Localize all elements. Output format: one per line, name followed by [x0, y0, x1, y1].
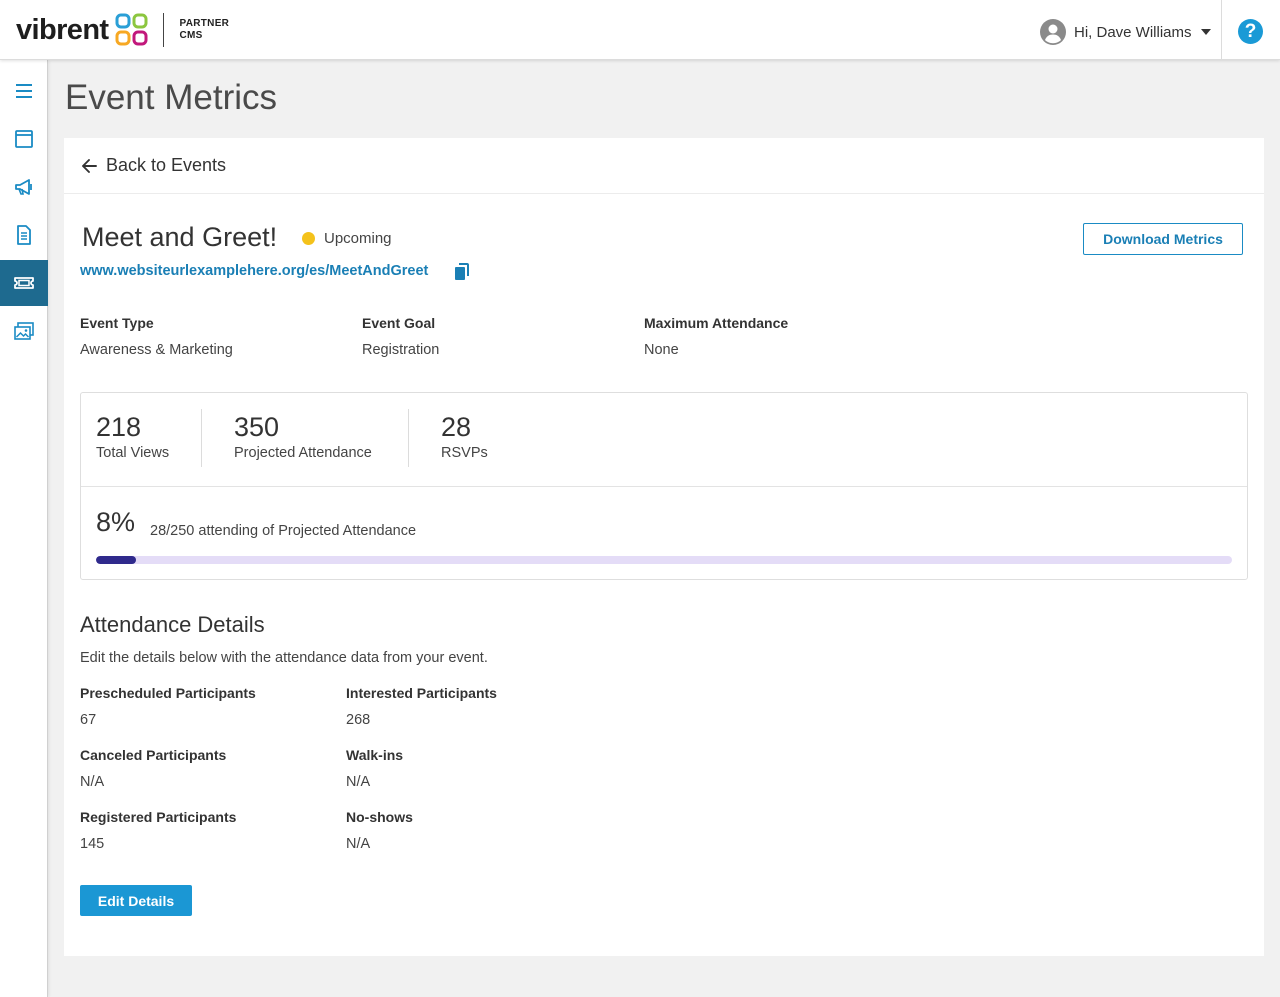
browser-window-icon	[15, 130, 33, 148]
field-prescheduled-participants: Prescheduled Participants 67	[80, 685, 256, 728]
field-registered-participants: Registered Participants 145	[80, 809, 236, 852]
event-metrics-card: Back to Events Meet and Greet! Upcoming …	[64, 138, 1264, 956]
field-value: N/A	[346, 836, 371, 852]
brand-logo[interactable]: vibrent PARTNER CMS	[16, 12, 229, 48]
stat-total-views: 218 Total Views	[96, 411, 169, 461]
field-interested-participants: Interested Participants 268	[346, 685, 497, 728]
field-label: No-shows	[346, 809, 413, 825]
stat-rsvps: 28 RSVPs	[441, 411, 488, 461]
status-label: Upcoming	[324, 230, 392, 247]
event-title: Meet and Greet!	[82, 222, 278, 252]
field-canceled-participants: Canceled Participants N/A	[80, 747, 226, 790]
field-label: Walk-ins	[346, 747, 404, 763]
megaphone-icon	[15, 179, 32, 195]
arrow-left-icon	[82, 158, 97, 173]
field-label: Canceled Participants	[80, 747, 227, 763]
attendance-progress-fill	[96, 556, 136, 564]
meta-event-type: Event Type Awareness & Marketing	[80, 315, 233, 358]
sidebar-item-pages[interactable]	[0, 116, 48, 162]
back-link-label: Back to Events	[106, 155, 227, 175]
brand-wordmark: vibrent	[16, 13, 109, 46]
user-greeting: Hi, Dave Williams	[1074, 23, 1192, 41]
sidebar-item-campaigns[interactable]	[0, 164, 48, 210]
user-menu[interactable]: Hi, Dave Williams	[1040, 18, 1211, 46]
brand-sub-line1: PARTNER	[179, 18, 230, 29]
stat-label: Projected Attendance	[234, 445, 372, 461]
status-dot-icon	[302, 232, 315, 245]
stat-separator	[408, 409, 409, 467]
chevron-down-icon	[1200, 29, 1211, 35]
brand-sub-line2: CMS	[179, 30, 203, 41]
field-value: N/A	[80, 774, 105, 790]
meta-label: Event Goal	[362, 315, 436, 331]
field-label: Prescheduled Participants	[80, 685, 256, 701]
stat-separator	[201, 409, 202, 467]
meta-label: Event Type	[80, 315, 154, 331]
copy-icon[interactable]	[454, 263, 470, 281]
attendance-progress-bar	[96, 556, 1232, 564]
sidebar-item-events[interactable]	[0, 260, 48, 306]
sidebar-item-media[interactable]	[0, 308, 48, 354]
sidebar-item-menu[interactable]	[0, 68, 48, 114]
meta-maximum-attendance: Maximum Attendance None	[644, 315, 788, 358]
document-icon	[17, 225, 31, 245]
back-to-events-link[interactable]: Back to Events	[64, 138, 1264, 194]
brand-subtitle: PARTNER CMS	[180, 18, 230, 42]
attendance-percent: 8%	[96, 507, 136, 537]
field-label: Interested Participants	[346, 685, 497, 701]
field-value: 145	[80, 836, 105, 852]
stat-label: Total Views	[96, 445, 170, 461]
meta-label: Maximum Attendance	[644, 315, 789, 331]
page-title: Event Metrics	[65, 78, 277, 117]
brand-divider	[162, 13, 164, 47]
download-metrics-button[interactable]: Download Metrics	[1083, 223, 1243, 255]
field-walk-ins: Walk-ins N/A	[346, 747, 403, 790]
stats-panel: 218 Total Views 350 Projected Attendance…	[80, 392, 1248, 580]
attendance-details-title: Attendance Details	[80, 612, 265, 637]
meta-value: Awareness & Marketing	[80, 342, 233, 358]
meta-value: None	[644, 342, 679, 358]
meta-event-goal: Event Goal Registration	[362, 315, 439, 358]
sidebar	[0, 60, 48, 997]
field-value: N/A	[346, 774, 371, 790]
stats-divider	[81, 486, 1247, 487]
stat-value: 218	[96, 412, 142, 442]
sidebar-item-documents[interactable]	[0, 212, 48, 258]
stat-projected-attendance: 350 Projected Attendance	[234, 411, 372, 461]
edit-details-button[interactable]: Edit Details	[80, 885, 192, 916]
menu-icon	[16, 84, 32, 98]
top-bar: vibrent PARTNER CMS Hi, Dave Williams ?	[0, 0, 1280, 60]
status-badge: Upcoming	[302, 230, 392, 247]
event-url-link[interactable]: www.websiteurlexamplehere.org/es/MeetAnd…	[80, 263, 428, 279]
stat-value: 350	[234, 412, 280, 442]
field-no-shows: No-shows N/A	[346, 809, 413, 852]
help-icon[interactable]: ?	[1238, 19, 1263, 44]
brand-mark-icon	[115, 13, 147, 46]
gallery-icon	[14, 322, 34, 340]
user-avatar-icon	[1040, 19, 1066, 45]
attendance-details-description: Edit the details below with the attendan…	[80, 650, 488, 666]
stat-label: RSVPs	[441, 445, 488, 461]
field-value: 67	[80, 712, 97, 728]
attendance-percent-caption: 28/250 attending of Projected Attendance	[150, 523, 417, 539]
stat-value: 28	[441, 412, 472, 442]
ticket-icon	[14, 277, 34, 289]
meta-value: Registration	[362, 342, 440, 358]
field-value: 268	[346, 712, 371, 728]
field-label: Registered Participants	[80, 809, 237, 825]
header-separator	[1221, 0, 1222, 60]
